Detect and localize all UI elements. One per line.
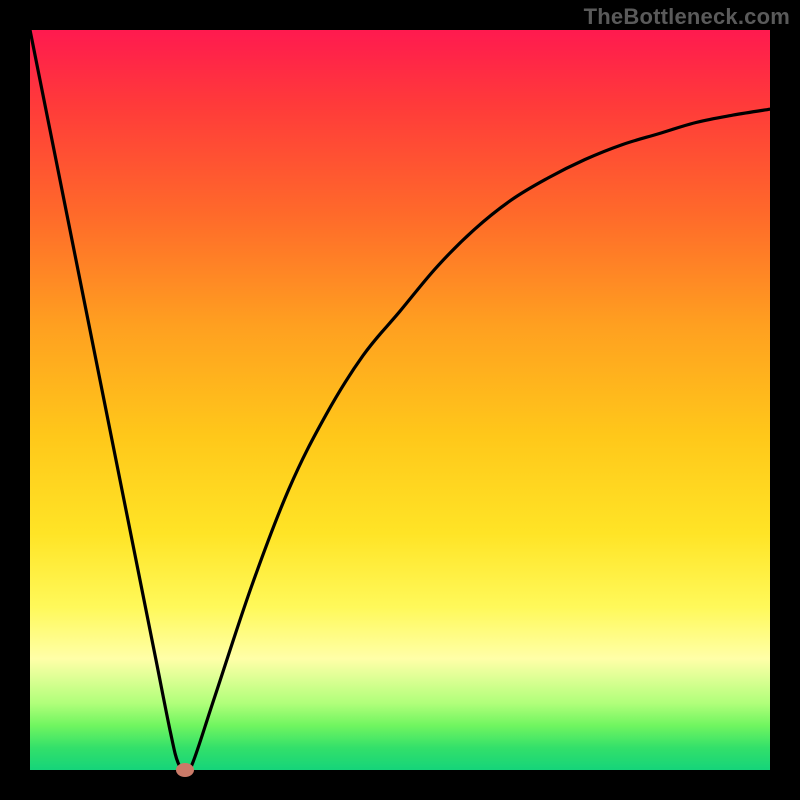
curve-layer (30, 30, 770, 770)
chart-frame: TheBottleneck.com (0, 0, 800, 800)
plot-area (30, 30, 770, 770)
bottleneck-curve (30, 30, 770, 771)
watermark-label: TheBottleneck.com (584, 4, 790, 30)
minimum-marker (176, 763, 194, 777)
